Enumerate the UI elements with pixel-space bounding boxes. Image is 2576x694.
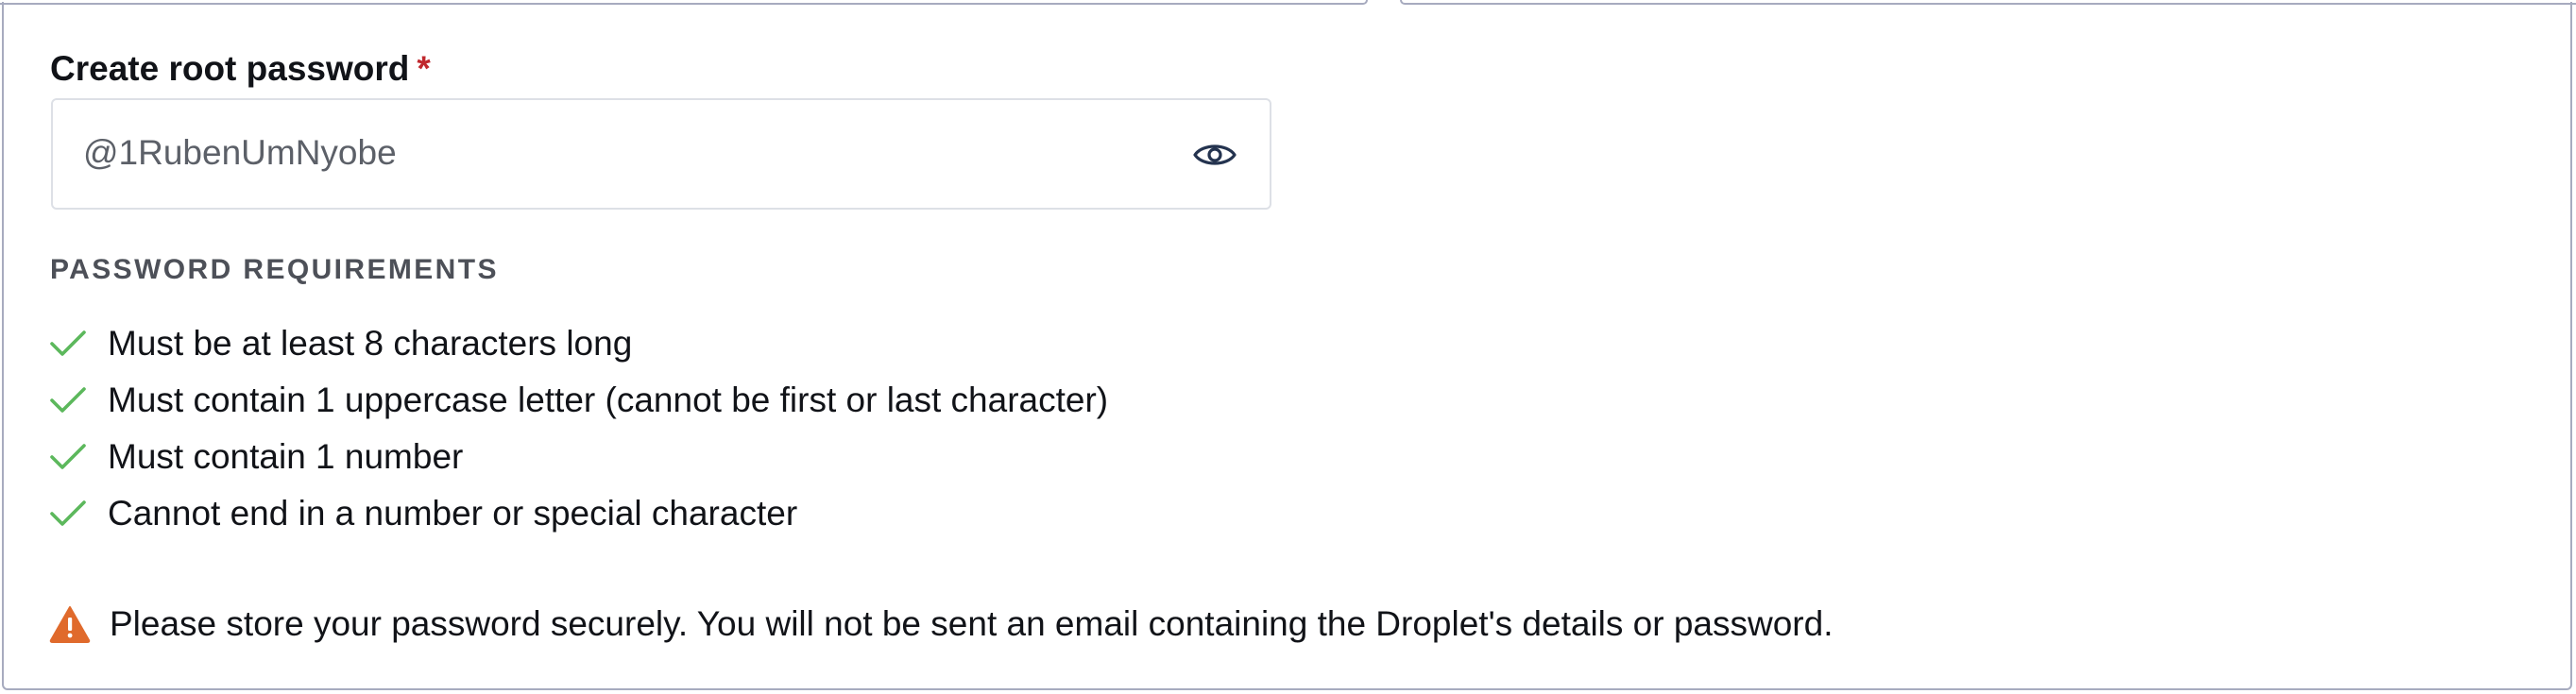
password-storage-notice: Please store your password securely. You… [49,601,1833,648]
root-password-input[interactable] [83,119,1141,187]
password-field-label: Create root password * [50,45,431,93]
password-requirements-heading: PASSWORD REQUIREMENTS [50,254,499,285]
password-requirements-list: Must be at least 8 characters long Must … [49,315,1108,542]
requirement-text: Must contain 1 number [108,437,464,476]
requirement-text: Must be at least 8 characters long [108,324,633,363]
requirement-text: Must contain 1 uppercase letter (cannot … [108,381,1109,419]
requirement-item: Must contain 1 uppercase letter (cannot … [49,372,1108,429]
required-asterisk: * [417,49,431,88]
check-icon [49,325,89,363]
requirement-text: Cannot end in a number or special charac… [108,494,798,533]
requirement-item: Must be at least 8 characters long [49,315,1108,372]
check-icon [49,495,89,533]
requirement-item: Cannot end in a number or special charac… [49,485,1108,542]
password-label-text: Create root password [50,49,410,88]
password-field [51,98,1271,210]
notice-text: Please store your password securely. You… [110,604,1834,643]
check-icon [49,438,89,476]
eye-icon [1193,144,1237,165]
check-icon [49,381,89,419]
show-password-button[interactable] [1186,128,1243,181]
warning-icon [49,605,91,643]
requirement-item: Must contain 1 number [49,429,1108,485]
